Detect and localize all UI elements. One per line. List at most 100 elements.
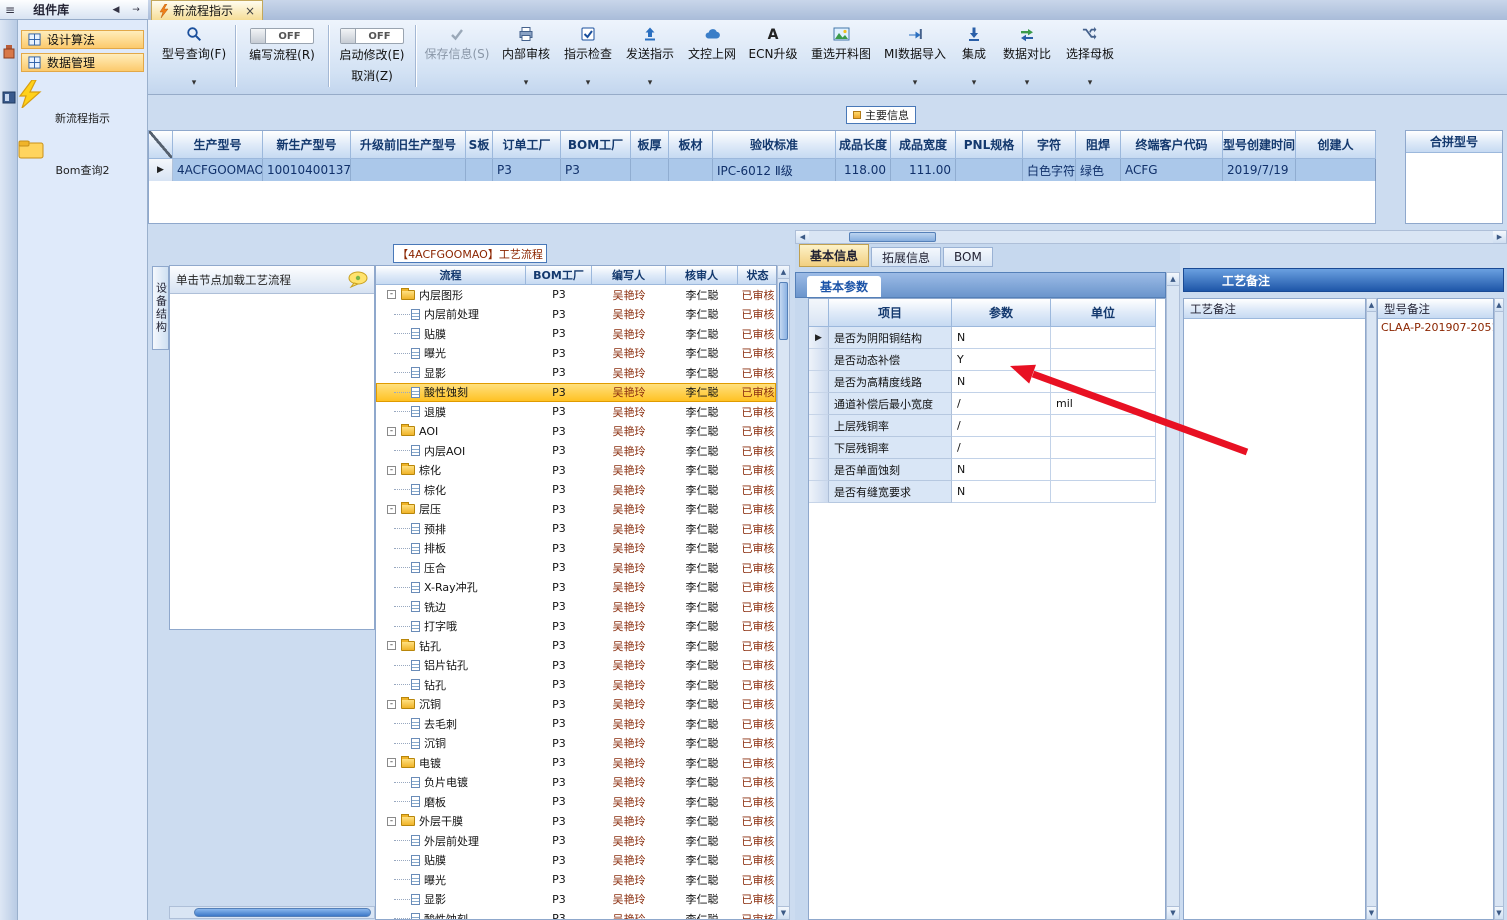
param-column-header[interactable]: 参数 [952,299,1051,327]
toolbar-button-6[interactable]: 指示检查 ▾ [557,20,619,90]
flow-tree-row[interactable]: - 沉铜 P3 吴艳玲 李仁聪 已审核 [376,695,776,715]
flow-tree-row[interactable]: - AOI P3 吴艳玲 李仁聪 已审核 [376,422,776,442]
column-header[interactable]: 成品长度 [836,131,891,159]
collapse-icon[interactable]: - [387,641,396,651]
column-header[interactable]: 型号创建时间 [1223,131,1296,159]
toolbar-button-11[interactable]: MI数据导入 ▾ [879,20,951,90]
chevron-down-icon[interactable]: ▾ [1025,78,1030,88]
toolbar-button-1[interactable]: 型号查询(F) ▾ [156,20,232,90]
chevron-down-icon[interactable]: ▾ [913,78,918,88]
grid-cell[interactable] [956,159,1023,181]
column-header[interactable]: 创建人 [1296,131,1376,159]
sidebar-item-design-algorithm[interactable]: 设计算法 [21,30,144,49]
param-value-cell[interactable]: / [952,393,1051,415]
param-row[interactable]: 是否为高精度线路 N [809,371,1165,393]
param-unit-cell[interactable] [1051,459,1156,481]
toolbar-button-4[interactable]: 保存信息(S) [419,20,495,90]
param-row[interactable]: 是否动态补偿 Y [809,349,1165,371]
scrollbar-thumb[interactable] [849,232,936,242]
column-header[interactable]: 新生产型号 [263,131,351,159]
tab-new-flow-indication[interactable]: 新流程指示 × [151,0,264,20]
flow-vscrollbar[interactable]: ▲ ▼ [777,265,790,920]
flow-tree-row[interactable]: 排板 P3 吴艳玲 李仁聪 已审核 [376,539,776,559]
grid-cell[interactable] [669,159,713,181]
grid-cell[interactable]: 白色字符 [1023,159,1076,181]
model-note-text[interactable]: CLAA-P-201907-2051//9 [1378,319,1493,336]
flow-tree-row[interactable]: 内层AOI P3 吴艳玲 李仁聪 已审核 [376,441,776,461]
param-row[interactable]: 通道补偿后最小宽度 / mil [809,393,1165,415]
main-grid-hscrollbar[interactable]: ◀ ▶ [795,230,1507,244]
column-header[interactable]: 验收标准 [713,131,836,159]
notes-right-vscrollbar[interactable]: ▲ ▼ [1494,298,1504,920]
param-row[interactable]: 下层残铜率 / [809,437,1165,459]
column-header[interactable]: 终端客户代码 [1121,131,1223,159]
grid-cell[interactable] [1296,159,1376,181]
param-unit-cell[interactable] [1051,481,1156,503]
column-header[interactable]: 升级前旧生产型号 [351,131,466,159]
toolbar-button-7[interactable]: 发送指示 ▾ [619,20,681,90]
tool-new-flow-indication[interactable]: 新流程指示 [18,80,147,126]
param-unit-cell[interactable] [1051,327,1156,349]
flow-tree-row[interactable]: X-Ray冲孔 P3 吴艳玲 李仁聪 已审核 [376,578,776,598]
collapse-icon[interactable]: - [387,699,396,709]
grid-cell[interactable] [466,159,493,181]
toolbar-button-8[interactable]: 文控上网 [681,20,743,90]
param-value-cell[interactable]: N [952,327,1051,349]
param-column-header[interactable]: 单位 [1051,299,1156,327]
param-row[interactable]: 是否有缝宽要求 N [809,481,1165,503]
tab-basic-params[interactable]: 基本参数 [807,276,882,297]
flow-tree-row[interactable]: 贴膜 P3 吴艳玲 李仁聪 已审核 [376,324,776,344]
scroll-down-icon[interactable]: ▼ [778,906,789,919]
param-value-cell[interactable]: Y [952,349,1051,371]
flow-tree-row[interactable]: 铣边 P3 吴艳玲 李仁聪 已审核 [376,597,776,617]
collapse-icon[interactable]: - [387,816,396,826]
flow-tree-row[interactable]: 压合 P3 吴艳玲 李仁聪 已审核 [376,558,776,578]
chevron-down-icon[interactable]: ▾ [586,78,591,88]
collapse-icon[interactable]: - [387,758,396,768]
main-info-tab[interactable]: 主要信息 [846,106,916,124]
scroll-left-icon[interactable]: ◀ [796,231,809,243]
param-column-header[interactable]: 项目 [829,299,952,327]
param-value-cell[interactable]: N [952,481,1051,503]
grid-cell[interactable]: ACFG [1121,159,1223,181]
flow-tree-row[interactable]: 棕化 P3 吴艳玲 李仁聪 已审核 [376,480,776,500]
param-value-cell[interactable]: / [952,437,1051,459]
param-unit-cell[interactable] [1051,349,1156,371]
column-header[interactable]: BOM工厂 [561,131,631,159]
scroll-up-icon[interactable]: ▲ [778,266,789,279]
chevron-down-icon[interactable]: ▾ [524,78,529,88]
detail-vscrollbar[interactable]: ▲ ▼ [1166,272,1180,920]
flow-tree-row[interactable]: 酸性蚀刻 P3 吴艳玲 李仁聪 已审核 [376,909,776,919]
flow-tree-row[interactable]: 沉铜 P3 吴艳玲 李仁聪 已审核 [376,734,776,754]
flow-tree-row[interactable]: 打字哦 P3 吴艳玲 李仁聪 已审核 [376,617,776,637]
column-header[interactable]: PNL规格 [956,131,1023,159]
scrollbar-thumb[interactable] [779,282,788,340]
param-unit-cell[interactable]: mil [1051,393,1156,415]
flow-tree-row[interactable]: 铝片钻孔 P3 吴艳玲 李仁聪 已审核 [376,656,776,676]
grid-cell[interactable] [631,159,669,181]
grid-cell[interactable]: P3 [561,159,631,181]
column-header[interactable]: 字符 [1023,131,1076,159]
grid-cell[interactable]: 2019/7/19 [1223,159,1296,181]
scroll-down-icon[interactable]: ▼ [1495,906,1503,919]
toggle-switch[interactable]: OFF [250,28,314,44]
flow-column-header[interactable]: 流程 [376,266,526,285]
param-value-cell[interactable]: N [952,371,1051,393]
tool-bom-query[interactable]: Bom查询2 [18,138,147,178]
collapse-icon[interactable]: - [387,426,396,436]
scrollbar-thumb[interactable] [194,908,371,917]
column-header[interactable]: 阻焊 [1076,131,1121,159]
column-header[interactable]: 订单工厂 [493,131,561,159]
scroll-up-icon[interactable]: ▲ [1495,299,1503,312]
param-row[interactable]: ▶ 是否为阴阳铜结构 N [809,327,1165,349]
toolbar-button-10[interactable]: 重选开料图 [803,20,879,90]
flow-tree-row[interactable]: 预排 P3 吴艳玲 李仁聪 已审核 [376,519,776,539]
toolbar-button-5[interactable]: 内部审核 ▾ [495,20,557,90]
flow-column-header[interactable]: 核审人 [666,266,738,285]
grid-cell[interactable] [351,159,466,181]
toolbar-button-3[interactable]: OFF 启动修改(E) 取消(Z) [332,20,412,90]
collapse-left-icon[interactable]: ◀ [109,5,123,15]
column-header[interactable]: S板 [466,131,493,159]
flow-tree-row[interactable]: 内层前处理 P3 吴艳玲 李仁聪 已审核 [376,305,776,325]
chevron-down-icon[interactable]: ▾ [1088,78,1093,88]
